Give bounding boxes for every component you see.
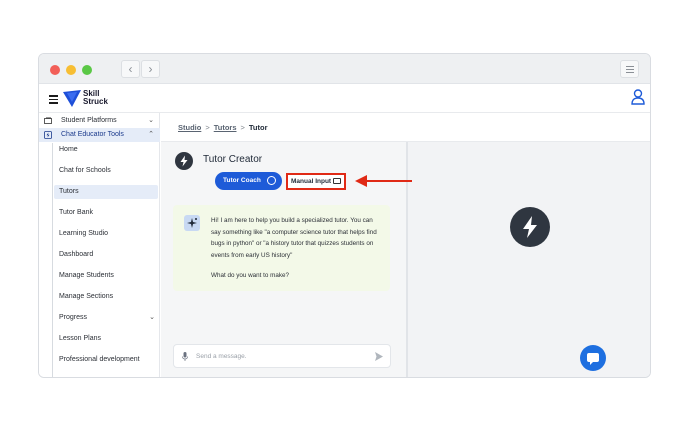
breadcrumb-separator-icon: > [240,123,245,132]
title-bar: ‹ › [39,54,650,84]
chevron-down-icon: ⌄ [149,314,155,321]
send-icon[interactable] [375,352,383,361]
message-input[interactable] [196,350,366,363]
platforms-icon [44,117,52,124]
breadcrumb-current: Tutor [248,123,268,132]
breadcrumb-link-studio[interactable]: Studio [178,123,201,132]
chevron-up-icon: ⌃ [148,131,154,138]
close-window-button[interactable] [50,65,60,75]
hamburger-menu-icon[interactable] [49,95,58,104]
sidebar-item-manage-sections[interactable]: Manage Sections [54,290,158,304]
tutor-preview-panel [406,142,650,377]
assistant-message-card: Hi! I am here to help you build a specia… [173,205,390,291]
chevron-right-icon: › [148,62,153,76]
breadcrumb-separator-icon: > [205,123,210,132]
sidebar-item-learning-studio[interactable]: Learning Studio [54,227,158,241]
page-title: Tutor Creator [203,154,263,165]
educator-tools-icon [44,131,52,139]
sidebar: Student Platforms ⌄ Chat Educator Tools … [39,113,160,377]
sidebar-item-manage-students[interactable]: Manage Students [54,269,158,283]
user-icon[interactable] [631,89,645,105]
sidebar-item-dashboard[interactable]: Dashboard [54,248,158,262]
microphone-icon[interactable] [182,352,188,361]
breadcrumb: Studio > Tutors > Tutor [161,113,650,142]
logo-text: Skill Struck [83,89,108,106]
sidebar-item-tutor-bank[interactable]: Tutor Bank [54,206,158,220]
sparkle-icon [184,215,200,231]
chat-bubble-icon [587,353,599,365]
breadcrumb-link-tutors[interactable]: Tutors [214,123,237,132]
sidebar-item-professional-development[interactable]: Professional development [54,353,158,367]
bolt-icon [510,207,550,247]
assistant-message-text: Hi! I am here to help you build a specia… [211,217,377,259]
back-button[interactable]: ‹ [121,60,140,78]
app-header: Skill Struck [39,84,650,113]
sidebar-item-home[interactable]: Home [54,143,158,157]
sidebar-item-lesson-plans[interactable]: Lesson Plans [54,332,158,346]
tutor-coach-button[interactable]: Tutor Coach [215,172,282,190]
manual-input-button[interactable]: Manual Input [286,173,346,190]
assistant-question-text: What do you want to make? [211,272,290,279]
keyboard-icon [333,178,341,184]
sliders-button[interactable] [620,60,639,78]
chevron-down-icon: ⌄ [148,117,154,124]
chat-bubble-icon [267,176,276,185]
browser-window: ‹ › Skill Struck Student Platforms ⌄ Cha… [38,53,651,378]
sidebar-submenu: Home Chat for Schools Tutors Tutor Bank … [52,143,160,377]
chevron-left-icon: ‹ [128,62,133,76]
sidebar-item-chat-for-schools[interactable]: Chat for Schools [54,164,158,178]
sidebar-item-student-platforms[interactable]: Student Platforms ⌄ [39,114,160,128]
sidebar-item-chat-educator-tools[interactable]: Chat Educator Tools ⌃ [39,128,160,142]
forward-button[interactable]: › [141,60,160,78]
sidebar-item-tutors[interactable]: Tutors [54,185,158,199]
skillstruck-logo-icon [63,90,81,107]
message-input-container [173,344,391,368]
sidebar-item-progress[interactable]: Progress ⌄ [54,311,158,325]
minimize-window-button[interactable] [66,65,76,75]
red-arrow-annotation-icon [355,175,412,187]
maximize-window-button[interactable] [82,65,92,75]
bolt-icon [175,152,193,170]
chat-support-button[interactable] [580,345,606,371]
